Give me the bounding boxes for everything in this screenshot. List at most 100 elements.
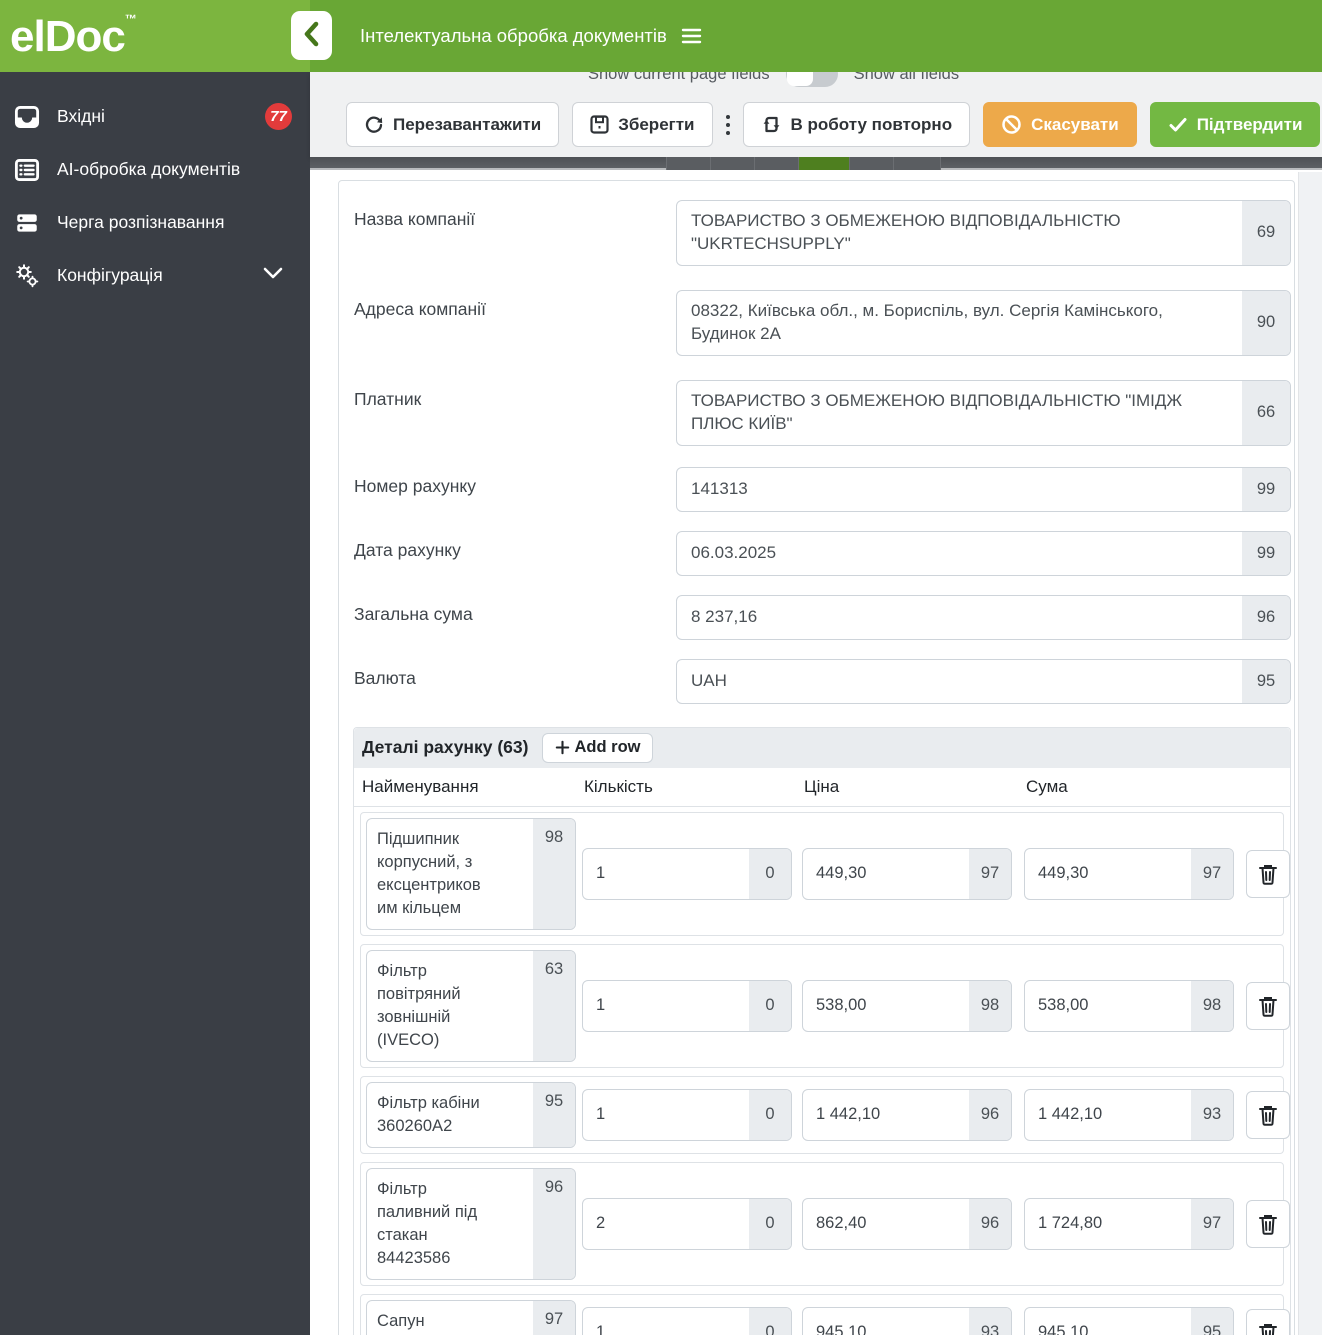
field-row: Дата рахунку 06.03.2025 99 [339, 530, 1294, 576]
cell-input[interactable]: Фільтр кабіни 360260A2 [367, 1083, 489, 1147]
main-area: Show current page fields Show all fields… [310, 61, 1322, 1335]
column-header: Кількість [584, 776, 653, 796]
chevron-down-icon [262, 266, 284, 285]
field-input[interactable]: 141313 [677, 468, 1242, 511]
confidence-score: 63 [533, 950, 575, 1061]
save-icon [590, 115, 609, 134]
field-label: Назва компанії [354, 209, 476, 229]
field-input[interactable]: 8 237,16 [677, 596, 1242, 639]
table-rows: Підшипник корпусний, з ексцентриковим кі… [354, 807, 1290, 1335]
page-tab-active[interactable] [798, 157, 849, 170]
logo-trademark: ™ [124, 12, 137, 26]
confidence-score: 96 [1242, 595, 1290, 639]
cell-input[interactable]: 2 [583, 1199, 749, 1249]
confidence-score: 97 [1191, 1198, 1233, 1249]
sidebar-item-inbox[interactable]: Вхідні 77 [0, 90, 310, 143]
page-tab[interactable] [849, 157, 893, 170]
confirm-button[interactable]: Підтвердити [1149, 102, 1321, 147]
field-input[interactable]: ТОВАРИСТВО З ОБМЕЖЕНОЮ ВІДПОВІДАЛЬНІСТЮ … [677, 201, 1242, 265]
table-column-headers: Найменування Кількість Ціна Сума [354, 767, 1290, 807]
quantity-cell: 1 0 [582, 1088, 792, 1141]
invoice-details-section: Деталі рахунку (63) Add row Найменування… [353, 726, 1291, 1335]
page-tab[interactable] [710, 157, 754, 170]
cell-input[interactable]: Сапун 84376809 [367, 1301, 489, 1335]
field-label: Платник [354, 388, 422, 409]
cell-input[interactable]: 945,10 [803, 1308, 969, 1335]
ban-icon [1001, 114, 1022, 135]
reload-button[interactable]: Перезавантажити [346, 102, 560, 147]
cell-input[interactable]: Фільтр паливний під стакан 84423586 [367, 1169, 489, 1279]
column-header: Сума [1026, 776, 1068, 796]
cell-input[interactable]: 538,00 [1025, 981, 1191, 1031]
cell-input[interactable]: 1 442,10 [803, 1090, 969, 1140]
cell-input[interactable]: Фільтр повітряний зовнішній (IVECO) [367, 951, 489, 1061]
add-row-button[interactable]: Add row [542, 732, 654, 763]
cell-input[interactable]: 1 [583, 849, 749, 899]
cell-input[interactable]: 1 442,10 [1025, 1090, 1191, 1140]
item-name-cell: Фільтр повітряний зовнішній (IVECO) 63 [366, 949, 576, 1062]
delete-row-button[interactable] [1246, 1090, 1290, 1139]
field-input[interactable]: ТОВАРИСТВО З ОБМЕЖЕНОЮ ВІДПОВІДАЛЬНІСТЮ … [677, 381, 1242, 445]
cell-input[interactable]: 538,00 [803, 981, 969, 1031]
cell-input[interactable]: Підшипник корпусний, з ексцентриковим кі… [367, 819, 489, 929]
inbox-count-badge: 77 [265, 103, 292, 130]
confirm-label: Підтвердити [1196, 114, 1303, 134]
back-button[interactable] [291, 11, 332, 60]
cancel-button[interactable]: Скасувати [983, 102, 1137, 147]
price-cell: 945,10 93 [802, 1306, 1012, 1335]
field-label: Валюта [354, 667, 416, 688]
sidebar-item-ai-processing[interactable]: АІ-обробка документів [0, 143, 310, 196]
item-name-cell: Фільтр паливний під стакан 84423586 96 [366, 1167, 576, 1280]
logo-text: elDoc [10, 12, 126, 61]
cell-input[interactable]: 449,30 [803, 849, 969, 899]
cell-input[interactable]: 449,30 [1025, 849, 1191, 899]
trash-icon [1258, 863, 1278, 885]
field-label: Адреса компанії [354, 298, 486, 319]
page-tab[interactable] [666, 157, 710, 170]
cell-input[interactable]: 1 [583, 1308, 749, 1335]
trash-icon [1258, 1104, 1278, 1126]
cell-input[interactable]: 1 [583, 981, 749, 1031]
trash-icon [1258, 1322, 1278, 1335]
quantity-cell: 1 0 [582, 847, 792, 900]
page-tab[interactable] [893, 157, 941, 170]
confidence-score: 97 [533, 1300, 575, 1335]
save-label: Зберегти [618, 114, 695, 134]
scrollbar[interactable] [1298, 172, 1322, 1335]
field-input[interactable]: 08322, Київська обл., м. Бориспіль, вул.… [677, 291, 1242, 355]
confidence-score: 93 [969, 1307, 1011, 1335]
sidebar-item-label: Конфігурація [57, 265, 163, 285]
page-tab[interactable] [754, 157, 798, 170]
sidebar-item-recognition-queue[interactable]: Черга розпізнавання [0, 196, 310, 249]
save-button[interactable]: Зберегти [572, 102, 713, 147]
cell-input[interactable]: 1 [583, 1090, 749, 1140]
delete-row-button[interactable] [1246, 1199, 1290, 1248]
cell-input[interactable]: 862,40 [803, 1199, 969, 1249]
field-input[interactable]: UAH [677, 660, 1242, 703]
column-header: Ціна [804, 776, 840, 796]
sidebar-item-label: Черга розпізнавання [57, 212, 225, 232]
hamburger-menu-icon[interactable] [681, 27, 702, 45]
delete-row-button[interactable] [1246, 1308, 1290, 1335]
logo-zone: elDoc™ [0, 0, 310, 72]
server-queue-icon [14, 211, 40, 235]
gears-icon [14, 263, 40, 289]
cell-input[interactable]: 945,10 [1025, 1308, 1191, 1335]
delete-row-button[interactable] [1246, 981, 1290, 1030]
document-list-icon [14, 158, 40, 182]
more-options-kebab-icon[interactable] [725, 102, 730, 147]
field-input[interactable]: 06.03.2025 [677, 532, 1242, 575]
item-name-cell: Фільтр кабіни 360260A2 95 [366, 1081, 576, 1148]
table-row: Фільтр повітряний зовнішній (IVECO) 63 1… [360, 943, 1290, 1068]
table-row: Сапун 84376809 97 1 0 945,10 93 [360, 1293, 1290, 1335]
field-row: Валюта UAH 95 [339, 658, 1294, 704]
quantity-cell: 1 0 [582, 1306, 792, 1335]
delete-row-button[interactable] [1246, 849, 1290, 898]
cancel-label: Скасувати [1031, 114, 1119, 134]
quantity-cell: 2 0 [582, 1197, 792, 1250]
column-header: Найменування [362, 776, 479, 796]
rework-button[interactable]: В роботу повторно [742, 102, 971, 147]
repeat-icon [761, 114, 782, 135]
sidebar-item-configuration[interactable]: Конфігурація [0, 249, 310, 302]
cell-input[interactable]: 1 724,80 [1025, 1199, 1191, 1249]
